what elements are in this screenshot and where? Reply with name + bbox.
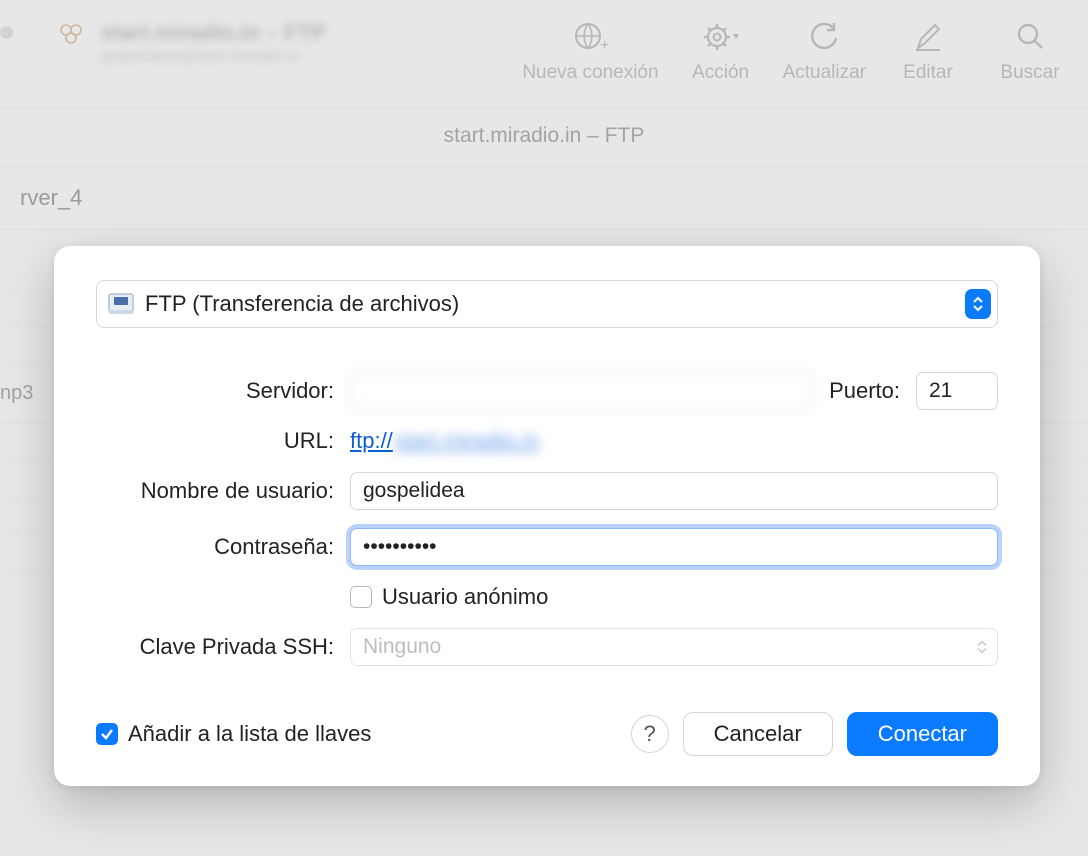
- keychain-label: Añadir a la lista de llaves: [128, 721, 371, 747]
- protocol-select[interactable]: FTP (Transferencia de archivos): [96, 280, 998, 328]
- username-input[interactable]: [350, 472, 998, 510]
- connection-dialog: FTP (Transferencia de archivos) Servidor…: [54, 246, 1040, 786]
- cancel-label: Cancelar: [714, 721, 802, 747]
- url-label: URL:: [96, 428, 350, 454]
- url-prefix: ftp://: [350, 428, 395, 453]
- cancel-button[interactable]: Cancelar: [683, 712, 833, 756]
- url-host: start.miradio.in: [395, 428, 539, 453]
- help-icon: ?: [644, 721, 656, 747]
- keychain-checkbox[interactable]: [96, 723, 118, 745]
- sshkey-select: Ninguno: [350, 628, 998, 666]
- disk-icon: [107, 292, 135, 316]
- password-input[interactable]: [350, 528, 998, 566]
- port-input[interactable]: [916, 372, 998, 410]
- port-label: Puerto:: [829, 378, 900, 404]
- protocol-label: FTP (Transferencia de archivos): [145, 291, 459, 317]
- sshkey-value: Ninguno: [363, 635, 441, 659]
- password-label: Contraseña:: [96, 534, 350, 560]
- connect-label: Conectar: [878, 721, 967, 747]
- username-label: Nombre de usuario:: [96, 478, 350, 504]
- updown-icon: [977, 641, 987, 654]
- url-link[interactable]: ftp://start.miradio.in: [350, 428, 539, 453]
- anonymous-label: Usuario anónimo: [382, 584, 548, 610]
- sshkey-label: Clave Privada SSH:: [96, 634, 350, 660]
- updown-icon: [965, 289, 991, 319]
- connect-button[interactable]: Conectar: [847, 712, 998, 756]
- server-input[interactable]: [350, 372, 813, 410]
- anonymous-checkbox[interactable]: [350, 586, 372, 608]
- help-button[interactable]: ?: [631, 715, 669, 753]
- server-label: Servidor:: [96, 378, 350, 404]
